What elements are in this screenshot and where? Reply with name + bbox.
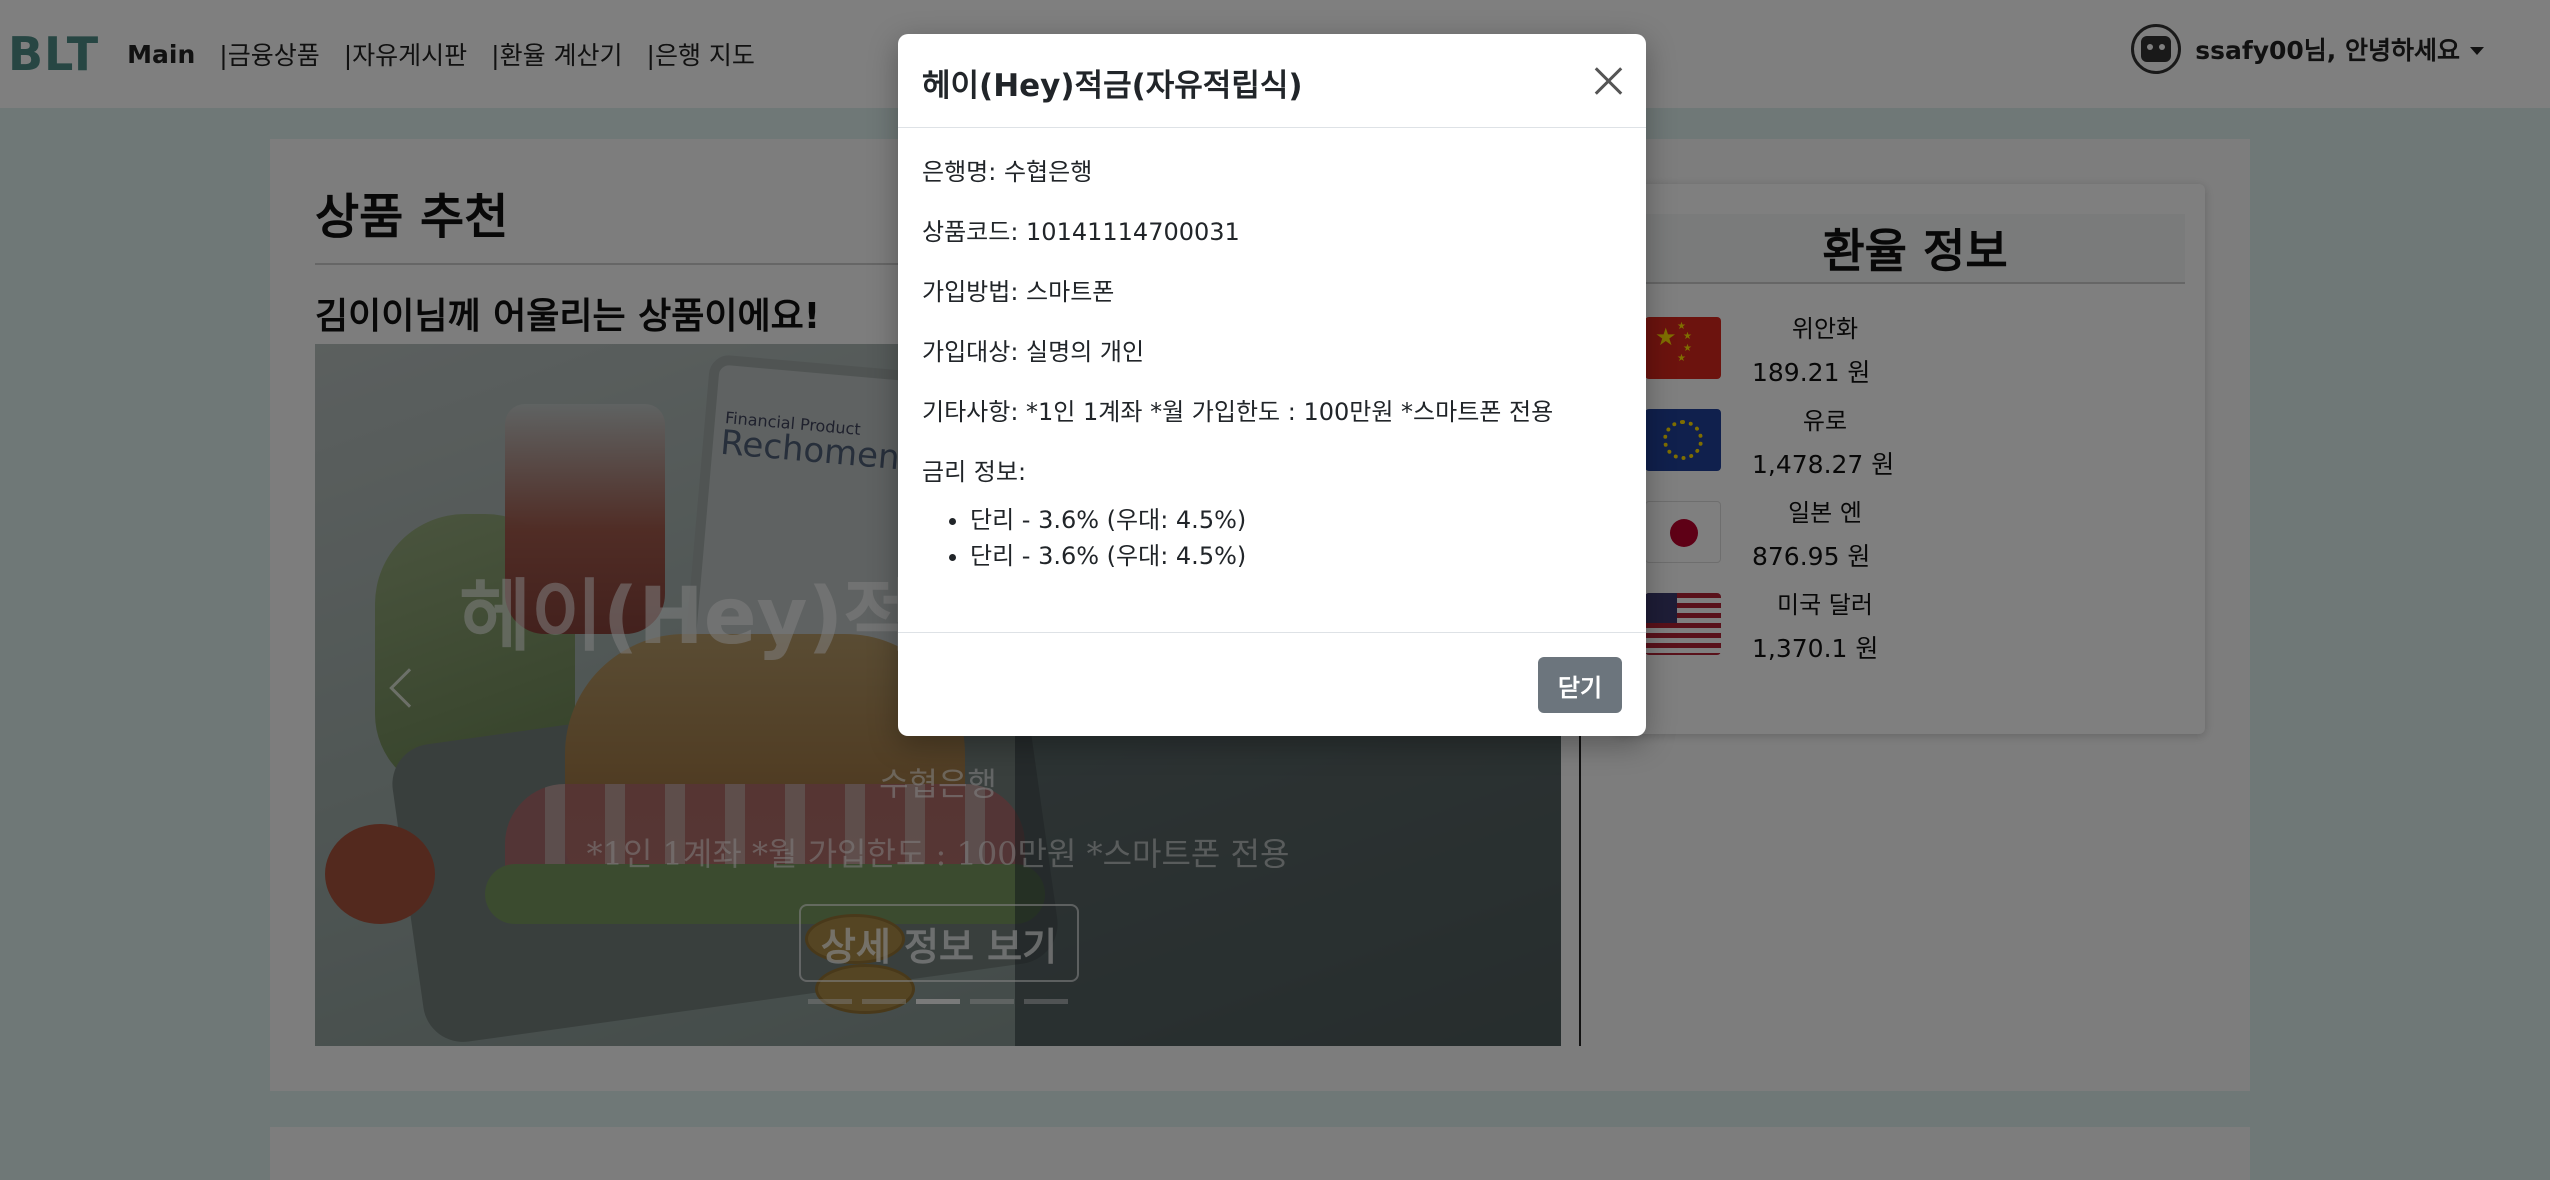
rate-item: 단리 - 3.6% (우대: 4.5%) [970,500,1622,536]
modal-title: 헤이(Hey)적금(자유적립식) [922,68,1303,104]
product-detail-modal: 헤이(Hey)적금(자유적립식) 은행명: 수협은행 상품코드: 1014111… [898,34,1646,736]
rate-list: 단리 - 3.6% (우대: 4.5%) 단리 - 3.6% (우대: 4.5%… [922,500,1622,572]
bank-name: 은행명: 수협은행 [922,158,1093,186]
rate-info-label: 금리 정보: [922,458,1027,486]
modal-footer: 닫기 [898,632,1646,736]
join-method: 가입방법: 스마트폰 [922,278,1115,306]
join-target: 가입대상: 실명의 개인 [922,338,1145,366]
close-button[interactable]: 닫기 [1538,657,1622,713]
modal-header: 헤이(Hey)적금(자유적립식) [898,34,1646,128]
close-icon[interactable] [1593,66,1623,96]
modal-body: 은행명: 수협은행 상품코드: 10141114700031 가입방법: 스마트… [922,152,1622,572]
rate-item: 단리 - 3.6% (우대: 4.5%) [970,536,1622,572]
product-code: 상품코드: 10141114700031 [922,218,1240,246]
etc-notes: 기타사항: *1인 1계좌 *월 가입한도 : 100만원 *스마트폰 전용 [922,398,1554,426]
